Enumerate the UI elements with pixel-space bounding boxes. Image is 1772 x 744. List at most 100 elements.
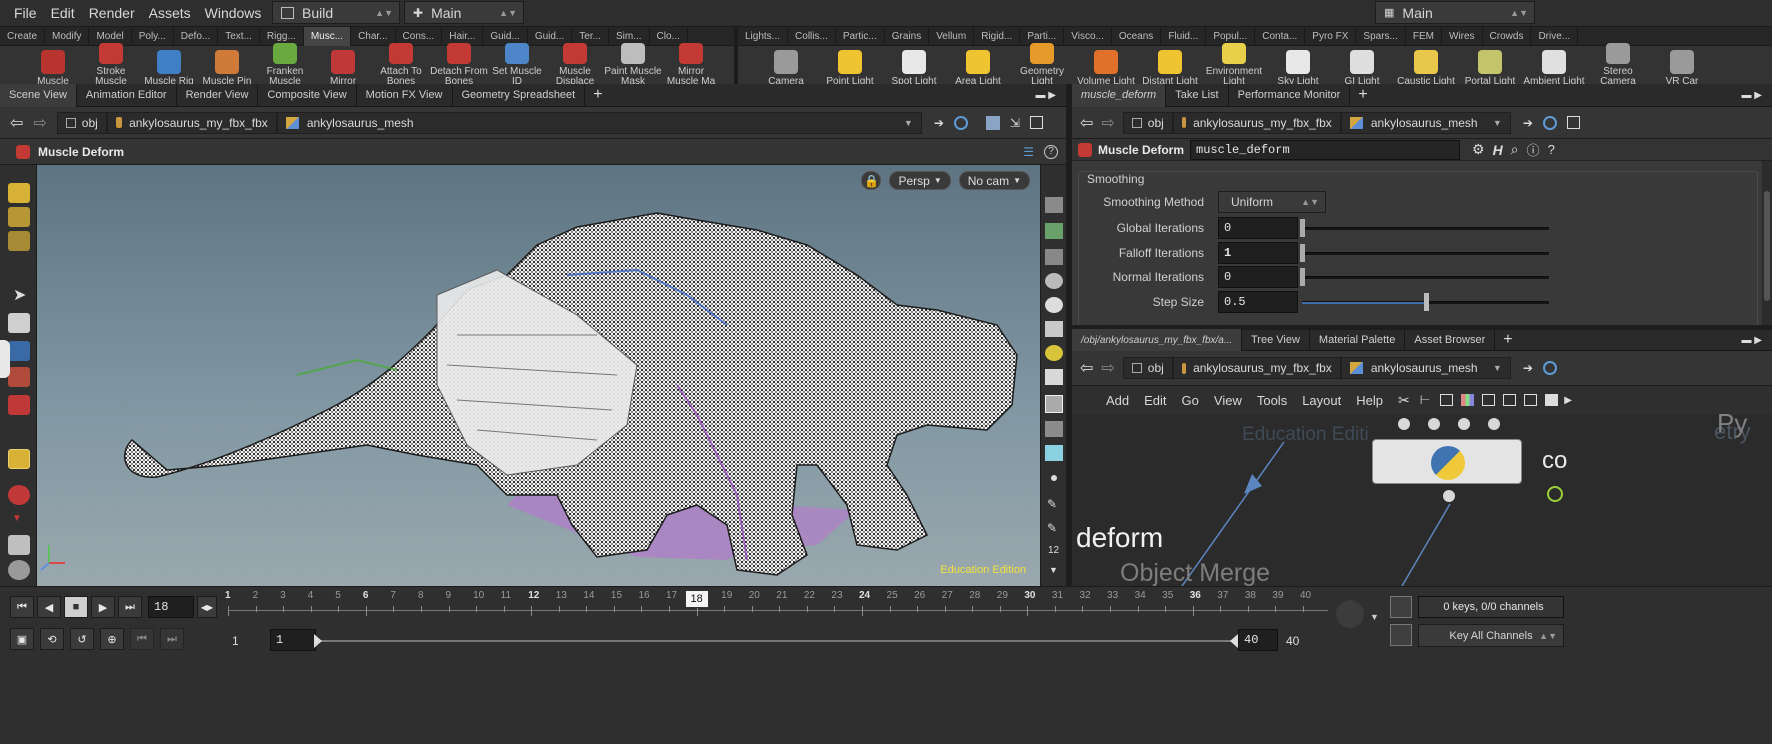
- shelf-tool[interactable]: Mirror Muscle Ma: [662, 43, 720, 87]
- camera-dropdown[interactable]: No cam ▼: [958, 171, 1030, 190]
- display-options-icon[interactable]: ☰: [1023, 145, 1034, 159]
- path-item-mesh[interactable]: ankylosaurus_mesh ▼: [1340, 111, 1511, 134]
- add-tab-icon[interactable]: +: [1358, 86, 1367, 104]
- pin-icon[interactable]: ➔: [1523, 361, 1533, 375]
- side-handle[interactable]: [0, 340, 10, 378]
- view-tool-icon[interactable]: [8, 341, 30, 361]
- shading-icon[interactable]: [1045, 297, 1063, 313]
- path-root[interactable]: obj: [1122, 357, 1173, 379]
- display-icon[interactable]: [1045, 445, 1063, 461]
- search-icon[interactable]: ⌕: [1511, 141, 1519, 158]
- lock-camera-icon[interactable]: 🔒: [861, 171, 882, 190]
- slider-handle[interactable]: [1300, 243, 1305, 262]
- chevron-down-icon[interactable]: ▼: [1049, 565, 1058, 575]
- path-item-mesh[interactable]: ankylosaurus_mesh ▼: [1340, 357, 1511, 379]
- node-name-field[interactable]: muscle_deform: [1190, 139, 1461, 160]
- node-input-port[interactable]: [1458, 418, 1470, 430]
- sphere-icon[interactable]: [8, 560, 30, 580]
- slider-handle[interactable]: [1300, 267, 1305, 286]
- step-size-field[interactable]: 0.5: [1218, 291, 1298, 313]
- menu-windows[interactable]: Windows: [205, 5, 262, 21]
- hda-icon[interactable]: H: [1493, 142, 1503, 158]
- add-tab-icon[interactable]: +: [1503, 331, 1512, 349]
- path-item-fbx[interactable]: ankylosaurus_my_fbx_fbx: [106, 111, 277, 134]
- forward-icon[interactable]: ⇨: [1101, 358, 1114, 378]
- range-end-icon[interactable]: ⏭: [160, 628, 184, 650]
- display-icon[interactable]: [1045, 421, 1063, 437]
- network-menu-layout[interactable]: Layout: [1302, 393, 1341, 408]
- realtime-icon[interactable]: ▣: [10, 628, 34, 650]
- shelf-tool[interactable]: Caustic Light: [1394, 43, 1458, 87]
- shelf-tool[interactable]: Portal Light: [1458, 43, 1522, 87]
- network-menu-view[interactable]: View: [1214, 393, 1242, 408]
- lock-icon[interactable]: [8, 313, 30, 333]
- pane-tab[interactable]: Composite View: [258, 83, 357, 107]
- tree-icon[interactable]: ⊢: [1420, 393, 1430, 407]
- layout-icon[interactable]: [1503, 394, 1517, 406]
- pin-icon[interactable]: ➔: [1523, 116, 1533, 130]
- shelf-tool[interactable]: Point Light: [818, 43, 882, 87]
- range-start-field[interactable]: 1: [270, 629, 316, 651]
- range-handle-end[interactable]: [1230, 634, 1238, 648]
- falloff-iterations-slider[interactable]: [1300, 243, 1549, 262]
- pen-icon[interactable]: ✎: [1047, 497, 1057, 511]
- notes-icon[interactable]: [1524, 394, 1538, 406]
- dot-icon[interactable]: [1051, 475, 1057, 481]
- pane-options-icon[interactable]: ▬ ▶: [1742, 90, 1762, 101]
- pane-tab[interactable]: /obj/ankylosaurus_my_fbx_fbx/a...: [1072, 328, 1242, 352]
- keys-icon[interactable]: [1390, 596, 1412, 618]
- shelf-tool[interactable]: Attach To Bones: [372, 43, 430, 87]
- param-scrollbar[interactable]: [1762, 161, 1772, 325]
- menu-render[interactable]: Render: [89, 5, 135, 21]
- shelf-tool[interactable]: Volume Light: [1074, 43, 1138, 87]
- pane-tab[interactable]: Performance Monitor: [1229, 83, 1351, 107]
- bulb-icon[interactable]: [1045, 345, 1063, 361]
- shelf-tool[interactable]: Muscle Pin: [198, 43, 256, 87]
- display-icon[interactable]: [1045, 197, 1063, 213]
- wrench-icon[interactable]: ✂: [1398, 392, 1410, 409]
- play-icon[interactable]: ▶: [91, 596, 115, 618]
- pane-tab[interactable]: Render View: [177, 83, 259, 107]
- key-all-channels-dropdown[interactable]: Key All Channels ▲▼: [1418, 624, 1564, 647]
- back-icon[interactable]: ⇦: [10, 113, 23, 133]
- network-menu-edit[interactable]: Edit: [1144, 393, 1166, 408]
- pane-tab[interactable]: Asset Browser: [1405, 328, 1496, 352]
- menu-file[interactable]: File: [14, 5, 37, 21]
- right-context-dropdown[interactable]: ▦ Main ▲▼: [1375, 1, 1535, 24]
- shelf-tool[interactable]: Area Light: [946, 43, 1010, 87]
- range-end-field[interactable]: 40: [1238, 629, 1278, 651]
- shelf-tool[interactable]: Detach From Bones: [430, 43, 488, 87]
- range-slider[interactable]: [314, 634, 1238, 648]
- maximize-icon[interactable]: [1566, 116, 1580, 129]
- path-item-mesh[interactable]: ankylosaurus_mesh ▼: [276, 111, 922, 134]
- jump-start-icon[interactable]: ⏮: [10, 596, 34, 618]
- step-back-icon[interactable]: ◀▶: [197, 596, 217, 618]
- list-icon[interactable]: [1440, 394, 1454, 406]
- range-start-icon[interactable]: ⏮: [130, 628, 154, 650]
- normal-iterations-field[interactable]: 0: [1218, 266, 1298, 288]
- lod-label[interactable]: 12: [1048, 545, 1059, 556]
- bounce-icon[interactable]: ↺: [70, 628, 94, 650]
- help-icon[interactable]: ?: [1044, 144, 1058, 159]
- current-frame-field[interactable]: 18: [148, 596, 194, 618]
- back-icon[interactable]: ⇦: [1080, 113, 1093, 133]
- jump-end-icon[interactable]: ⏭: [118, 596, 142, 618]
- stop-icon[interactable]: ■: [64, 596, 88, 618]
- shelf-tool[interactable]: GI Light: [1330, 43, 1394, 87]
- menu-edit[interactable]: Edit: [51, 5, 75, 21]
- shelf-tool[interactable]: Distant Light: [1138, 43, 1202, 87]
- snap-icon[interactable]: [8, 367, 30, 387]
- timeline-ruler[interactable]: 1234567891011121314151617181920212223242…: [225, 590, 1328, 622]
- network-editor[interactable]: Education Editi etry Py co deform Object…: [1072, 414, 1772, 586]
- scrollbar-thumb[interactable]: [1764, 191, 1770, 301]
- path-item-fbx[interactable]: ankylosaurus_my_fbx_fbx: [1172, 357, 1341, 379]
- shelf-tool[interactable]: Stroke Muscle: [82, 43, 140, 87]
- network-menu-help[interactable]: Help: [1356, 393, 1383, 408]
- slider-handle[interactable]: [1300, 218, 1305, 237]
- pointer-icon[interactable]: ➤: [13, 285, 26, 305]
- pane-options-icon[interactable]: ▬ ▶: [1036, 90, 1056, 101]
- shelf-tool[interactable]: Environment Light: [1202, 43, 1266, 87]
- magnet-icon[interactable]: [8, 395, 30, 415]
- network-menu-tools[interactable]: Tools: [1257, 393, 1287, 408]
- pane-tab[interactable]: Material Palette: [1310, 328, 1406, 352]
